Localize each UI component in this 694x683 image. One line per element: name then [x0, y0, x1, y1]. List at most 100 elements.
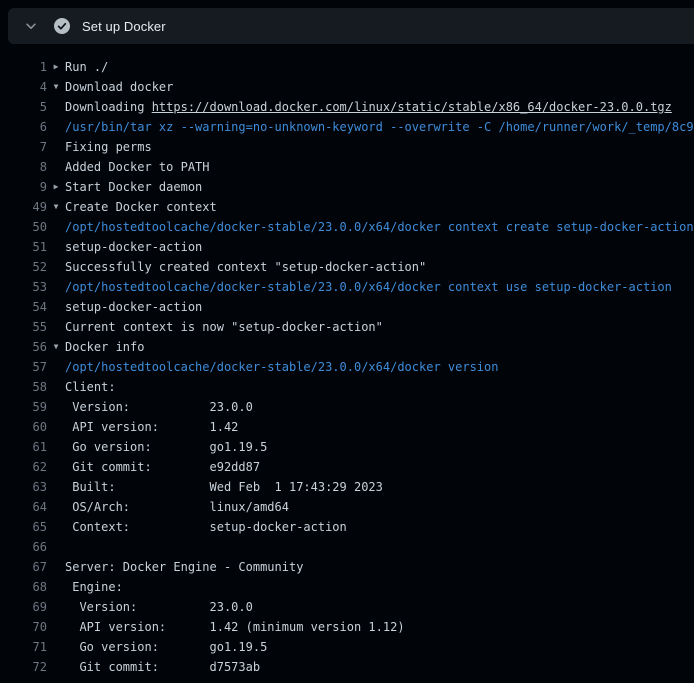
log-text-segment: Downloading	[65, 100, 152, 114]
line-number[interactable]: 50	[0, 217, 47, 237]
log-text: API version: 1.42 (minimum version 1.12)	[65, 617, 694, 637]
log-group-line[interactable]: 4▼Download docker	[0, 77, 694, 97]
log-text: Server: Docker Engine - Community	[65, 557, 694, 577]
line-number[interactable]: 65	[0, 517, 47, 537]
collapse-icon[interactable]: ▼	[47, 337, 65, 357]
log-line: 60 API version: 1.42	[0, 417, 694, 437]
line-number[interactable]: 49	[0, 197, 47, 217]
arrow-spacer	[47, 497, 65, 517]
line-number[interactable]: 68	[0, 577, 47, 597]
log-line: 67 Server: Docker Engine - Community	[0, 557, 694, 577]
arrow-spacer	[47, 617, 65, 637]
line-number[interactable]: 67	[0, 557, 47, 577]
log-line: 70 API version: 1.42 (minimum version 1.…	[0, 617, 694, 637]
arrow-spacer	[47, 517, 65, 537]
line-number[interactable]: 53	[0, 277, 47, 297]
arrow-spacer	[47, 537, 65, 557]
arrow-spacer	[47, 237, 65, 257]
log-text: Added Docker to PATH	[65, 157, 694, 177]
arrow-spacer	[47, 457, 65, 477]
collapse-icon[interactable]: ▼	[47, 77, 65, 97]
line-number[interactable]: 60	[0, 417, 47, 437]
log-text: Fixing perms	[65, 137, 694, 157]
log-viewer: 1▶Run ./4▼Download docker5 Downloading ht…	[0, 44, 694, 677]
line-number[interactable]: 54	[0, 297, 47, 317]
line-number[interactable]: 72	[0, 657, 47, 677]
line-number[interactable]: 58	[0, 377, 47, 397]
log-command-text: /opt/hostedtoolcache/docker-stable/23.0.…	[65, 277, 694, 297]
log-text: Downloading https://download.docker.com/…	[65, 97, 694, 117]
log-text: Client:	[65, 377, 694, 397]
collapse-icon[interactable]: ▼	[47, 197, 65, 217]
arrow-spacer	[47, 597, 65, 617]
expand-icon[interactable]: ▶	[47, 57, 65, 77]
log-text: Create Docker context	[65, 197, 694, 217]
arrow-spacer	[47, 437, 65, 457]
log-command-text: /opt/hostedtoolcache/docker-stable/23.0.…	[65, 217, 694, 237]
line-number[interactable]: 7	[0, 137, 47, 157]
line-number[interactable]: 55	[0, 317, 47, 337]
log-text: Git commit: e92dd87	[65, 457, 694, 477]
line-number[interactable]: 5	[0, 97, 47, 117]
log-line: 5 Downloading https://download.docker.com…	[0, 97, 694, 117]
log-text: Docker info	[65, 337, 694, 357]
line-number[interactable]: 1	[0, 57, 47, 77]
arrow-spacer	[47, 657, 65, 677]
log-group-line[interactable]: 49▼Create Docker context	[0, 197, 694, 217]
arrow-spacer	[47, 417, 65, 437]
line-number[interactable]: 59	[0, 397, 47, 417]
step-header[interactable]: Set up Docker	[8, 8, 694, 44]
arrow-spacer	[47, 397, 65, 417]
arrow-spacer	[47, 357, 65, 377]
log-text: setup-docker-action	[65, 297, 694, 317]
log-command-text: /opt/hostedtoolcache/docker-stable/23.0.…	[65, 357, 694, 377]
log-line: 72 Git commit: d7573ab	[0, 657, 694, 677]
line-number[interactable]: 69	[0, 597, 47, 617]
arrow-spacer	[47, 137, 65, 157]
chevron-down-icon[interactable]	[24, 19, 38, 33]
line-number[interactable]: 71	[0, 637, 47, 657]
log-group-line[interactable]: 9▶Start Docker daemon	[0, 177, 694, 197]
log-group-line[interactable]: 56▼Docker info	[0, 337, 694, 357]
line-number[interactable]: 52	[0, 257, 47, 277]
log-group-line[interactable]: 1▶Run ./	[0, 57, 694, 77]
log-text: Version: 23.0.0	[65, 597, 694, 617]
log-text: API version: 1.42	[65, 417, 694, 437]
line-number[interactable]: 6	[0, 117, 47, 137]
log-command-text: /usr/bin/tar xz --warning=no-unknown-key…	[65, 117, 694, 137]
line-number[interactable]: 4	[0, 77, 47, 97]
log-line: 6/usr/bin/tar xz --warning=no-unknown-ke…	[0, 117, 694, 137]
arrow-spacer	[47, 637, 65, 657]
log-link[interactable]: https://download.docker.com/linux/static…	[152, 100, 672, 114]
arrow-spacer	[47, 297, 65, 317]
line-number[interactable]: 56	[0, 337, 47, 357]
log-line: 50/opt/hostedtoolcache/docker-stable/23.…	[0, 217, 694, 237]
line-number[interactable]: 61	[0, 437, 47, 457]
log-line: 65 Context: setup-docker-action	[0, 517, 694, 537]
log-text	[65, 537, 694, 557]
log-line: 55 Current context is now "setup-docker-a…	[0, 317, 694, 337]
log-text: Git commit: d7573ab	[65, 657, 694, 677]
arrow-spacer	[47, 477, 65, 497]
log-line: 59 Version: 23.0.0	[0, 397, 694, 417]
line-number[interactable]: 62	[0, 457, 47, 477]
line-number[interactable]: 63	[0, 477, 47, 497]
line-number[interactable]: 64	[0, 497, 47, 517]
log-line: 69 Version: 23.0.0	[0, 597, 694, 617]
line-number[interactable]: 66	[0, 537, 47, 557]
arrow-spacer	[47, 277, 65, 297]
line-number[interactable]: 8	[0, 157, 47, 177]
line-number[interactable]: 57	[0, 357, 47, 377]
log-text: OS/Arch: linux/amd64	[65, 497, 694, 517]
log-text: Current context is now "setup-docker-act…	[65, 317, 694, 337]
log-line: 71 Go version: go1.19.5	[0, 637, 694, 657]
line-number[interactable]: 51	[0, 237, 47, 257]
expand-icon[interactable]: ▶	[47, 177, 65, 197]
line-number[interactable]: 70	[0, 617, 47, 637]
log-line: 8 Added Docker to PATH	[0, 157, 694, 177]
log-text: Start Docker daemon	[65, 177, 694, 197]
log-text: Version: 23.0.0	[65, 397, 694, 417]
log-text: Go version: go1.19.5	[65, 437, 694, 457]
log-line: 53/opt/hostedtoolcache/docker-stable/23.…	[0, 277, 694, 297]
line-number[interactable]: 9	[0, 177, 47, 197]
